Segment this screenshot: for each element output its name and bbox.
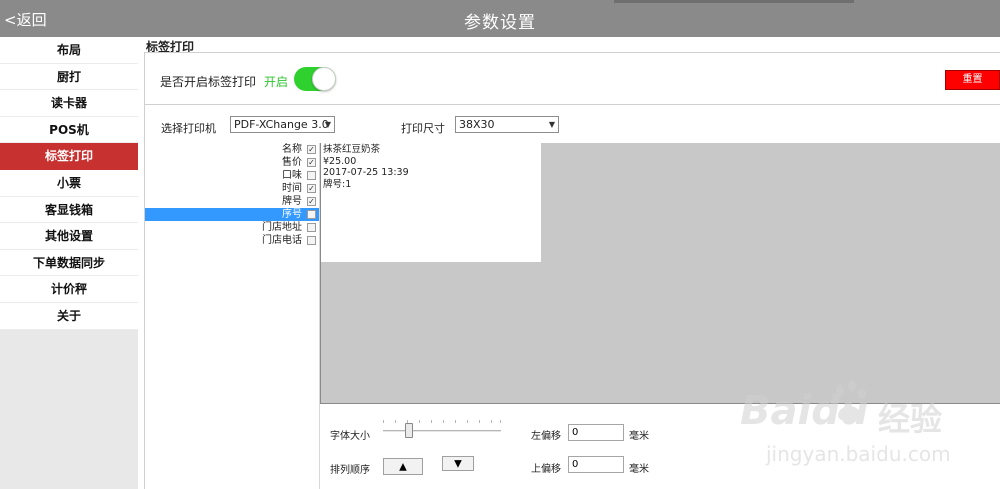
top-offset-input[interactable] — [568, 456, 624, 473]
field-row-time[interactable]: 时间 ✓ — [145, 182, 319, 195]
field-name: 门店电话 — [262, 235, 302, 246]
sidebar-item-layout[interactable]: 布局 — [0, 37, 138, 64]
triangle-up-icon: ▲ — [399, 461, 407, 472]
field-row-serial[interactable]: 序号 — [145, 208, 319, 221]
field-name: 口味 — [282, 170, 302, 181]
move-up-button[interactable]: ▲ — [383, 458, 423, 475]
top-bar: <返回 参数设置 — [0, 0, 1000, 37]
sidebar-item-display-drawer[interactable]: 客显钱箱 — [0, 196, 138, 224]
field-name: 序号 — [282, 209, 302, 220]
sidebar: 布局 厨打 读卡器 POS机 标签打印 小票 客显钱箱 其他设置 下单数据同步 … — [0, 37, 138, 489]
field-name: 售价 — [282, 157, 302, 168]
size-label: 打印尺寸 — [401, 122, 445, 135]
section-divider — [144, 52, 1000, 53]
enable-state-text: 开启 — [264, 75, 289, 89]
main-panel: 标签打印 是否开启标签打印 开启 重置 选择打印机 PDF-XChange 3.… — [138, 37, 1000, 489]
chevron-down-icon: ▼ — [548, 120, 555, 129]
font-size-slider[interactable] — [383, 430, 501, 432]
sidebar-item-about[interactable]: 关于 — [0, 302, 138, 330]
field-checkbox[interactable]: ✓ — [307, 145, 316, 154]
sidebar-item-receipt[interactable]: 小票 — [0, 169, 138, 197]
field-checkbox[interactable] — [307, 236, 316, 245]
font-size-slider-thumb[interactable] — [405, 423, 413, 438]
left-offset-label: 左偏移 — [531, 431, 561, 442]
enable-label: 是否开启标签打印 — [160, 75, 257, 89]
field-checkbox[interactable]: ✓ — [307, 197, 316, 206]
field-list: 名称 ✓ 售价 ✓ 口味 时间 ✓ 牌号 ✓ 序号 门店地址 门店电话 — [145, 143, 320, 489]
field-row-flavor[interactable]: 口味 — [145, 169, 319, 182]
field-checkbox[interactable] — [307, 223, 316, 232]
sidebar-list: 布局 厨打 读卡器 POS机 标签打印 小票 客显钱箱 其他设置 下单数据同步 … — [0, 37, 138, 330]
field-checkbox[interactable]: ✓ — [307, 158, 316, 167]
left-offset-unit: 毫米 — [629, 431, 649, 442]
preview-line-plate: 牌号:1 — [323, 178, 352, 190]
field-row-price[interactable]: 售价 ✓ — [145, 156, 319, 169]
row-divider — [144, 104, 1000, 105]
sidebar-item-kitchen-print[interactable]: 厨打 — [0, 63, 138, 91]
printer-select[interactable]: PDF-XChange 3.0 ▼ — [230, 116, 335, 133]
sidebar-item-label-print[interactable]: 标签打印 — [0, 143, 138, 170]
font-size-label: 字体大小 — [330, 431, 370, 442]
sidebar-item-order-sync[interactable]: 下单数据同步 — [0, 249, 138, 277]
preview-line-name: 抹茶红豆奶茶 — [323, 144, 381, 155]
field-row-store-address[interactable]: 门店地址 — [145, 221, 319, 234]
label-preview-area: 抹茶红豆奶茶 ¥25.00 2017-07-25 13:39 牌号:1 — [320, 143, 1000, 404]
toggle-knob — [312, 67, 336, 91]
field-name: 门店地址 — [262, 222, 302, 233]
reset-button[interactable]: 重置 — [945, 70, 1000, 90]
field-name: 时间 — [282, 183, 302, 194]
size-select[interactable]: 38X30 ▼ — [455, 116, 559, 133]
topbar-strip — [614, 0, 854, 3]
sidebar-item-other-settings[interactable]: 其他设置 — [0, 223, 138, 250]
size-select-value: 38X30 — [459, 118, 495, 131]
slider-ticks — [383, 420, 501, 424]
field-row-name[interactable]: 名称 ✓ — [145, 143, 319, 156]
label-preview-card: 抹茶红豆奶茶 ¥25.00 2017-07-25 13:39 牌号:1 — [321, 143, 541, 262]
chevron-down-icon: ▼ — [324, 120, 331, 129]
field-name: 名称 — [282, 144, 302, 155]
printer-select-value: PDF-XChange 3.0 — [234, 118, 329, 131]
field-row-store-phone[interactable]: 门店电话 — [145, 234, 319, 247]
enable-toggle[interactable] — [294, 67, 336, 91]
field-checkbox[interactable] — [307, 210, 316, 219]
left-offset-input[interactable] — [568, 424, 624, 441]
field-name: 牌号 — [282, 196, 302, 207]
page-title: 参数设置 — [464, 13, 536, 33]
triangle-down-icon: ▼ — [454, 458, 462, 469]
preview-line-price: ¥25.00 — [323, 155, 357, 167]
field-row-plate[interactable]: 牌号 ✓ — [145, 195, 319, 208]
move-down-button[interactable]: ▼ — [442, 456, 474, 471]
top-offset-label: 上偏移 — [531, 464, 561, 475]
sidebar-item-scale[interactable]: 计价秤 — [0, 276, 138, 303]
field-checkbox[interactable] — [307, 171, 316, 180]
sidebar-item-card-reader[interactable]: 读卡器 — [0, 90, 138, 117]
sidebar-item-pos[interactable]: POS机 — [0, 116, 138, 144]
preview-line-time: 2017-07-25 13:39 — [323, 167, 409, 178]
top-offset-unit: 毫米 — [629, 464, 649, 475]
field-checkbox[interactable]: ✓ — [307, 184, 316, 193]
order-label: 排列顺序 — [330, 465, 370, 476]
printer-label: 选择打印机 — [161, 122, 216, 135]
